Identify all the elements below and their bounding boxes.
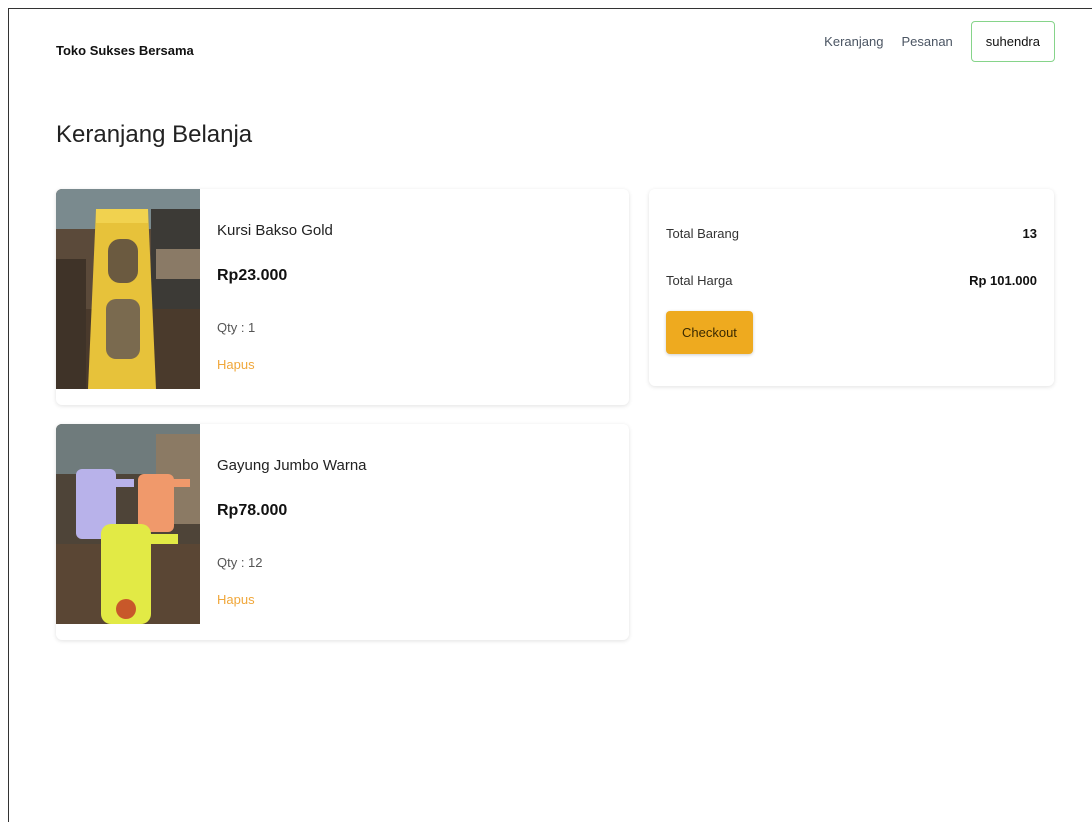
dipper-photo <box>56 424 200 624</box>
product-image-dipper <box>56 424 200 624</box>
item-price: Rp78.000 <box>217 502 288 519</box>
nav-link-keranjang[interactable]: Keranjang <box>824 34 883 49</box>
total-price-label: Total Harga <box>666 273 733 288</box>
item-qty: Qty : 12 <box>217 555 263 570</box>
nav-link-pesanan[interactable]: Pesanan <box>901 34 952 49</box>
total-items-label: Total Barang <box>666 226 739 241</box>
total-items-value: 13 <box>1022 226 1037 241</box>
cart-item: Kursi Bakso Gold Rp23.000 Qty : 1 Hapus <box>56 189 629 405</box>
summary-total-price: Total Harga Rp 101.000 <box>666 273 1037 288</box>
top-nav: Keranjang Pesanan suhendra <box>824 21 1055 62</box>
checkout-button[interactable]: Checkout <box>666 311 753 354</box>
app-window: Toko Sukses Bersama Keranjang Pesanan su… <box>8 8 1092 822</box>
item-name: Gayung Jumbo Warna <box>217 457 367 474</box>
order-summary: Total Barang 13 Total Harga Rp 101.000 C… <box>649 189 1054 386</box>
remove-item-link[interactable]: Hapus <box>217 592 255 607</box>
page-title: Keranjang Belanja <box>56 121 253 148</box>
item-price: Rp23.000 <box>217 267 288 284</box>
summary-total-items: Total Barang 13 <box>666 226 1037 241</box>
user-menu-button[interactable]: suhendra <box>970 21 1055 62</box>
total-price-value: Rp 101.000 <box>969 273 1037 288</box>
item-name: Kursi Bakso Gold <box>217 222 333 239</box>
brand-logo[interactable]: Toko Sukses Bersama <box>56 43 194 58</box>
product-image-stool <box>56 189 200 389</box>
remove-item-link[interactable]: Hapus <box>217 357 255 372</box>
item-qty: Qty : 1 <box>217 320 256 335</box>
cart-item: Gayung Jumbo Warna Rp78.000 Qty : 12 Hap… <box>56 424 629 640</box>
stool-photo <box>56 189 200 389</box>
